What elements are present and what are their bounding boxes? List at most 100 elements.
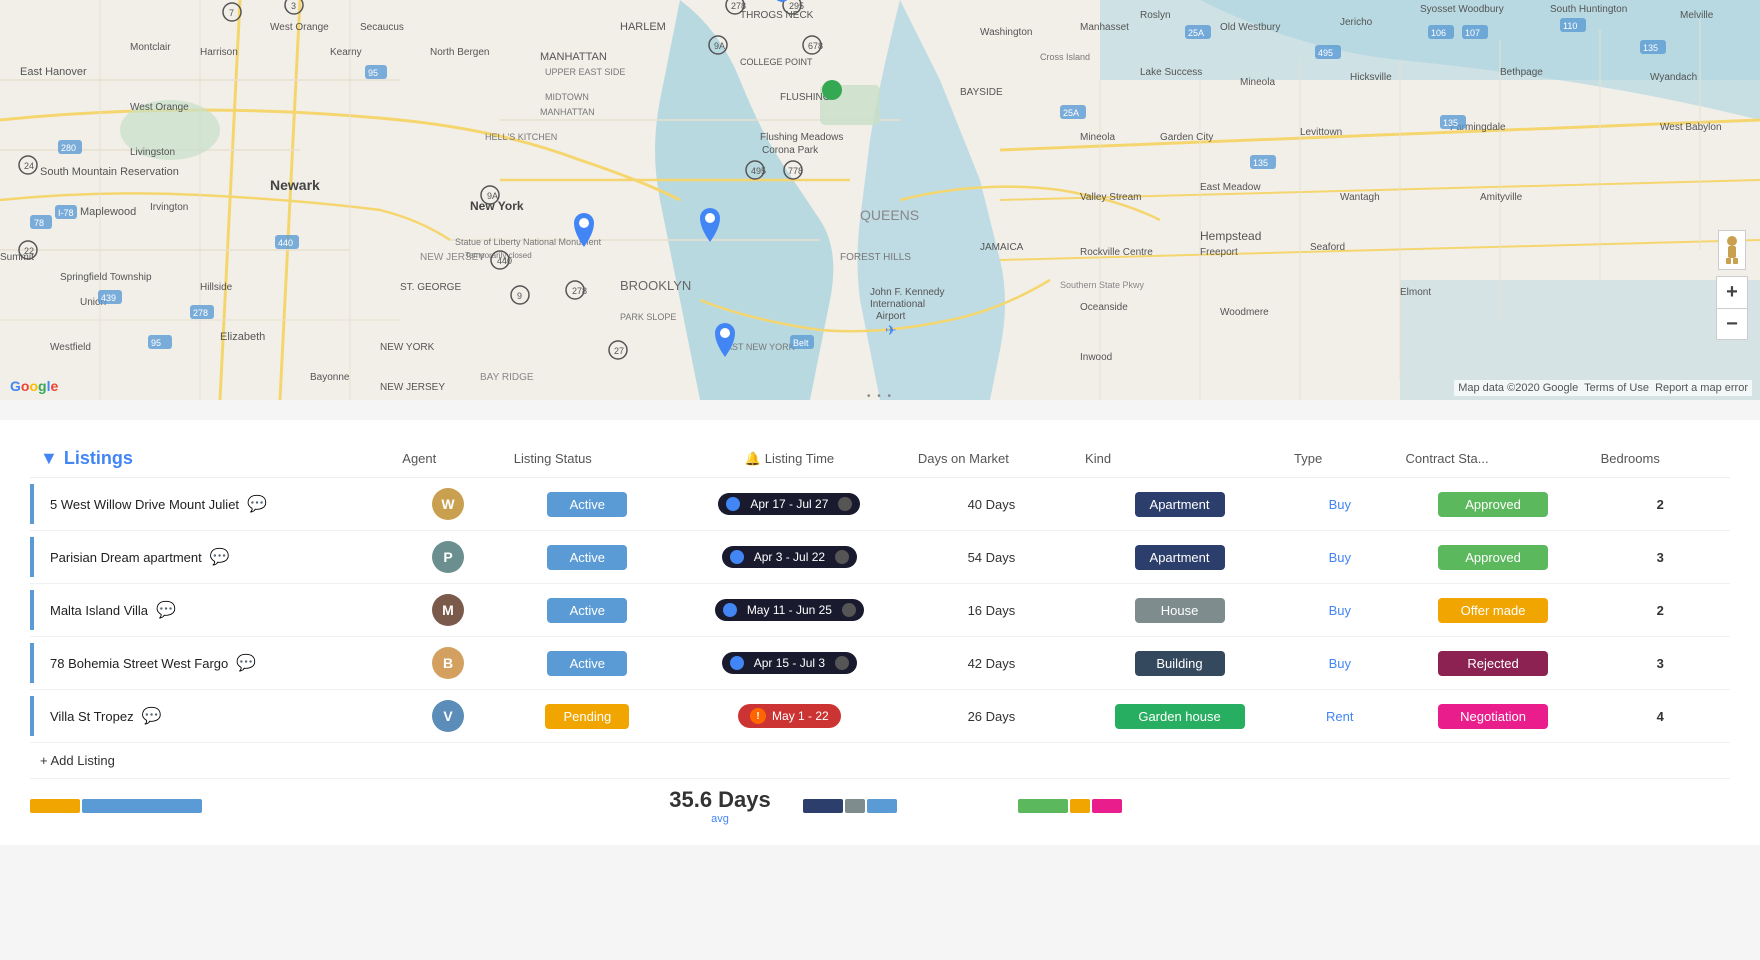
listing-name-text: Malta Island Villa: [50, 603, 148, 618]
listing-name-text: Parisian Dream apartment: [50, 550, 202, 565]
svg-text:Cross Island: Cross Island: [1040, 52, 1090, 62]
col-header-bedrooms: Bedrooms: [1591, 440, 1730, 478]
bedrooms-cell: 3: [1591, 637, 1730, 690]
table-row: Malta Island Villa 💬 M Active May 11 - J…: [30, 584, 1730, 637]
kind-cell: Apartment: [1075, 478, 1284, 531]
svg-text:Mineola: Mineola: [1240, 77, 1275, 88]
table-row: Parisian Dream apartment 💬 P Active Apr …: [30, 531, 1730, 584]
listing-type: Rent: [1326, 709, 1353, 724]
svg-text:9A: 9A: [714, 41, 725, 51]
contract-cell: Negotiation: [1396, 690, 1591, 743]
type-cell: Buy: [1284, 478, 1395, 531]
footer-kind-bar-1: [803, 799, 843, 813]
chat-icon[interactable]: 💬: [142, 706, 162, 726]
svg-text:Syosset Woodbury: Syosset Woodbury: [1420, 4, 1504, 15]
pegman-icon: [1723, 236, 1741, 264]
svg-text:Newark: Newark: [270, 177, 320, 193]
type-cell: Buy: [1284, 531, 1395, 584]
footer-contract-bar-3: [1092, 799, 1122, 813]
col-header-days: Days on Market: [908, 440, 1075, 478]
report-map-error-link[interactable]: Report a map error: [1655, 382, 1748, 394]
svg-text:Woodmere: Woodmere: [1220, 307, 1269, 318]
svg-text:280: 280: [61, 143, 76, 153]
bedrooms-cell: 2: [1591, 584, 1730, 637]
footer-summary-row: 35.6 Days avg: [30, 787, 1730, 825]
listing-status-badge: Active: [547, 492, 627, 517]
svg-text:135: 135: [1443, 118, 1458, 128]
bedrooms-cell: 4: [1591, 690, 1730, 743]
contract-status-badge: Offer made: [1438, 598, 1548, 623]
listings-section: ▼ Listings Agent Listing Status 🔔 Listin…: [0, 420, 1760, 845]
agent-avatar: P: [432, 541, 464, 573]
svg-text:International: International: [870, 299, 925, 310]
chat-icon[interactable]: 💬: [247, 494, 267, 514]
svg-text:Washington: Washington: [980, 27, 1032, 38]
google-letter-g: G: [10, 378, 21, 394]
listing-name-cell: Malta Island Villa 💬: [30, 584, 392, 637]
svg-text:Belt: Belt: [793, 338, 809, 348]
listing-type: Buy: [1329, 497, 1351, 512]
listing-name-container: Malta Island Villa 💬: [40, 600, 382, 620]
footer-contract-bars: [1000, 799, 1140, 813]
svg-text:Seaford: Seaford: [1310, 242, 1345, 253]
type-cell: Buy: [1284, 637, 1395, 690]
kind-cell: Apartment: [1075, 531, 1284, 584]
svg-text:Flushing Meadows: Flushing Meadows: [760, 132, 843, 143]
listing-status-badge: Active: [547, 545, 627, 570]
add-listing-button[interactable]: + Add Listing: [30, 743, 1730, 779]
listing-time-text: Apr 15 - Jul 3: [734, 656, 845, 670]
listing-time-badge: Apr 17 - Jul 27: [718, 493, 860, 515]
svg-text:West Orange: West Orange: [130, 102, 189, 113]
svg-text:Valley Stream: Valley Stream: [1080, 192, 1142, 203]
svg-text:495: 495: [1318, 48, 1333, 58]
svg-text:Elmont: Elmont: [1400, 287, 1431, 298]
contract-status-badge: Rejected: [1438, 651, 1548, 676]
bell-icon: 🔔: [745, 451, 761, 467]
google-letter-o2: o: [29, 378, 38, 394]
svg-text:BAYSIDE: BAYSIDE: [960, 87, 1003, 98]
footer-kind-bar-2: [845, 799, 865, 813]
chat-icon[interactable]: 💬: [236, 653, 256, 673]
map-resize-handle[interactable]: • • •: [850, 392, 910, 400]
listing-type: Buy: [1329, 603, 1351, 618]
listing-type: Buy: [1329, 550, 1351, 565]
map-zoom-controls: + −: [1716, 276, 1748, 340]
col-header-status: Listing Status: [504, 440, 671, 478]
listing-name-container: 78 Bohemia Street West Fargo 💬: [40, 653, 382, 673]
street-view-button[interactable]: [1718, 230, 1746, 270]
svg-text:439: 439: [101, 293, 116, 303]
chat-icon[interactable]: 💬: [210, 547, 230, 567]
table-row: 5 West Willow Drive Mount Juliet 💬 W Act…: [30, 478, 1730, 531]
svg-text:ST. GEORGE: ST. GEORGE: [400, 282, 461, 293]
zoom-in-button[interactable]: +: [1716, 276, 1748, 308]
contract-cell: Approved: [1396, 531, 1591, 584]
time-start-dot: [723, 603, 737, 617]
terms-of-use-link[interactable]: Terms of Use: [1584, 382, 1649, 394]
listing-blue-bar: [30, 537, 34, 577]
svg-text:106: 106: [1431, 28, 1446, 38]
chat-icon[interactable]: 💬: [156, 600, 176, 620]
listings-dropdown-icon[interactable]: ▼: [40, 448, 58, 469]
listing-name-cell: Parisian Dream apartment 💬: [30, 531, 392, 584]
listing-name-text: 78 Bohemia Street West Fargo: [50, 656, 228, 671]
time-end-dot: [842, 603, 856, 617]
svg-text:95: 95: [368, 68, 378, 78]
svg-text:25A: 25A: [1188, 28, 1204, 38]
zoom-out-button[interactable]: −: [1716, 308, 1748, 340]
svg-text:3: 3: [291, 1, 296, 11]
contract-status-badge: Approved: [1438, 545, 1548, 570]
svg-text:Melville: Melville: [1680, 10, 1714, 21]
listing-status-badge: Active: [547, 651, 627, 676]
days-cell: 40 Days: [908, 478, 1075, 531]
agent-avatar: W: [432, 488, 464, 520]
listings-title: Listings: [64, 448, 133, 469]
svg-text:24: 24: [24, 161, 34, 171]
avg-days-value: 35.6 Days: [660, 787, 780, 813]
google-letter-g2: g: [38, 378, 47, 394]
add-listing-row[interactable]: + Add Listing: [30, 743, 1730, 779]
listing-time-text: Apr 17 - Jul 27: [730, 497, 848, 511]
map-container: East Hanover Montclair West Orange Livin…: [0, 0, 1760, 400]
listing-name-text: 5 West Willow Drive Mount Juliet: [50, 497, 239, 512]
listing-name-cell: 78 Bohemia Street West Fargo 💬: [30, 637, 392, 690]
svg-text:Levittown: Levittown: [1300, 127, 1342, 138]
